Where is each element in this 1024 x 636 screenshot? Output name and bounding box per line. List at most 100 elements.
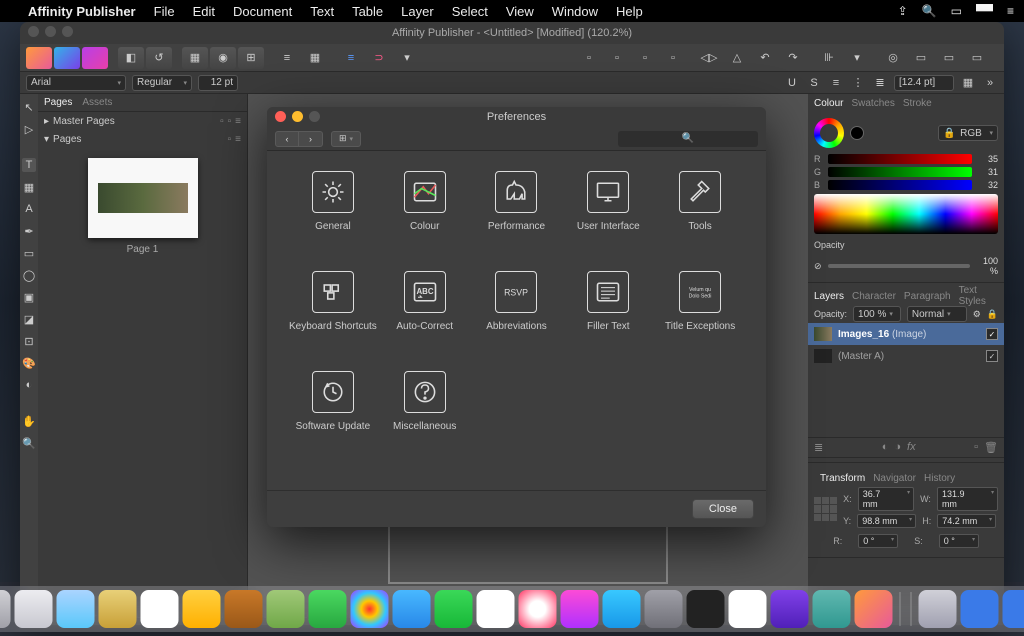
toolbar-rotate-ccw-icon[interactable]: ↶: [752, 47, 778, 69]
overflow-icon[interactable]: »: [982, 75, 998, 91]
pref-item-user-interface[interactable]: User Interface: [562, 171, 654, 261]
pages-menu-icon[interactable]: ≡: [235, 134, 241, 145]
toolbar-baseline-icon[interactable]: ≡: [274, 47, 300, 69]
toolbar-preflight[interactable]: ▦: [182, 47, 208, 69]
toolbar-flip-v-icon[interactable]: △: [724, 47, 750, 69]
bullet-list-icon[interactable]: ⋮: [850, 75, 866, 91]
rotation-field[interactable]: 0 °: [858, 534, 898, 548]
pref-item-colour[interactable]: Colour: [379, 171, 471, 261]
font-family-select[interactable]: Arial: [26, 75, 126, 91]
menu-select[interactable]: Select: [452, 4, 488, 19]
toolbar-flip-h-icon[interactable]: ◁▷: [696, 47, 722, 69]
dock-app-icon[interactable]: [855, 590, 893, 628]
table-tool-icon[interactable]: ▦: [22, 180, 36, 194]
g-slider[interactable]: [828, 167, 972, 177]
toolbar-preview[interactable]: ◉: [210, 47, 236, 69]
adjustment-icon[interactable]: ◑: [894, 441, 901, 454]
g-value[interactable]: 31: [976, 167, 998, 177]
menu-text[interactable]: Text: [310, 4, 334, 19]
b-value[interactable]: 32: [976, 180, 998, 190]
pref-item-keyboard-shortcuts[interactable]: Keyboard Shortcuts: [287, 271, 379, 361]
dock-app-icon[interactable]: [0, 590, 11, 628]
toolbar-clip-canvas[interactable]: ⊞: [238, 47, 264, 69]
node-tool-icon[interactable]: ▷: [22, 122, 36, 136]
tab-text-styles[interactable]: Text Styles: [959, 285, 998, 307]
dock-app-icon[interactable]: [729, 590, 767, 628]
dock-app-icon[interactable]: [267, 590, 305, 628]
dock-app-icon[interactable]: [687, 590, 725, 628]
layer-visibility-checkbox[interactable]: ✓: [986, 328, 998, 340]
toolbar-align-left-icon[interactable]: ≡: [338, 47, 364, 69]
toolbar-defaults-revert[interactable]: ↺: [146, 47, 172, 69]
view-tool-icon[interactable]: 🔍: [22, 436, 36, 450]
tab-pages[interactable]: Pages: [44, 97, 72, 108]
menubar-notifications-icon[interactable]: ≡: [1007, 4, 1014, 18]
pref-zoom-button[interactable]: [309, 111, 320, 122]
tab-colour[interactable]: Colour: [814, 98, 843, 109]
mask-icon[interactable]: ◐: [882, 441, 889, 454]
close-button[interactable]: Close: [692, 499, 754, 519]
layer-settings-icon[interactable]: ⚙: [973, 309, 981, 320]
dock-app-icon[interactable]: [57, 590, 95, 628]
r-value[interactable]: 35: [976, 154, 998, 164]
dock-app-icon[interactable]: [99, 590, 137, 628]
pref-item-abbreviations[interactable]: RSVPAbbreviations: [471, 271, 563, 361]
menubar-spotlight-icon[interactable]: 🔍: [922, 4, 937, 18]
menu-window[interactable]: Window: [552, 4, 598, 19]
dock-app-icon[interactable]: [183, 590, 221, 628]
dock-app-icon[interactable]: [309, 590, 347, 628]
toolbar-insert-inside-icon[interactable]: ▭: [964, 47, 990, 69]
add-page-icon[interactable]: ▫: [228, 134, 232, 145]
menu-view[interactable]: View: [506, 4, 534, 19]
w-field[interactable]: 131.9 mm: [937, 487, 998, 511]
layer-opacity-field[interactable]: 100 %: [853, 306, 901, 322]
noise-icon[interactable]: ⊘: [814, 261, 822, 272]
master-menu-icon[interactable]: ≡: [235, 116, 241, 127]
opacity-value[interactable]: 100 %: [976, 256, 998, 276]
tab-layers[interactable]: Layers: [814, 291, 844, 302]
dock-app-icon[interactable]: [225, 590, 263, 628]
pref-close-button[interactable]: [275, 111, 286, 122]
colour-spectrum[interactable]: [814, 194, 998, 234]
pref-forward-button[interactable]: ›: [299, 131, 323, 147]
menu-document[interactable]: Document: [233, 4, 292, 19]
window-close-button[interactable]: [28, 26, 39, 37]
dock-app-icon[interactable]: [561, 590, 599, 628]
b-slider[interactable]: [828, 180, 972, 190]
x-field[interactable]: 36.7 mm: [858, 487, 914, 511]
pref-item-filler-text[interactable]: Filler Text: [562, 271, 654, 361]
font-weight-select[interactable]: Regular: [132, 75, 192, 91]
toolbar-arrange-forward-icon[interactable]: ▫: [632, 47, 658, 69]
colour-wheel-icon[interactable]: [814, 118, 844, 148]
pref-back-button[interactable]: ‹: [275, 131, 299, 147]
dock-app-icon[interactable]: [771, 590, 809, 628]
pref-grid-view[interactable]: ⊞: [331, 131, 361, 147]
align-left-icon[interactable]: ≡: [828, 75, 844, 91]
pref-minimize-button[interactable]: [292, 111, 303, 122]
transform-anchor[interactable]: [814, 497, 837, 521]
vector-crop-tool-icon[interactable]: ⊡: [22, 334, 36, 348]
pref-item-software-update[interactable]: Software Update: [287, 371, 379, 461]
toolbar-rotate-cw-icon[interactable]: ↷: [780, 47, 806, 69]
h-field[interactable]: 74.2 mm: [937, 514, 996, 528]
dock-app-icon[interactable]: [961, 590, 999, 628]
persona-photo[interactable]: [82, 47, 108, 69]
pref-item-tools[interactable]: Tools: [654, 171, 746, 261]
dock-app-icon[interactable]: [141, 590, 179, 628]
r-slider[interactable]: [828, 154, 972, 164]
rectangle-tool-icon[interactable]: ▭: [22, 246, 36, 260]
toolbar-arrange-backward-icon[interactable]: ▫: [604, 47, 630, 69]
tab-history[interactable]: History: [924, 473, 955, 484]
y-field[interactable]: 98.8 mm: [857, 514, 916, 528]
fill-tool-icon[interactable]: 🎨: [22, 356, 36, 370]
underline-icon[interactable]: U: [784, 75, 800, 91]
tab-swatches[interactable]: Swatches: [851, 98, 894, 109]
layer-visibility-checkbox[interactable]: ✓: [986, 350, 998, 362]
dock-app-icon[interactable]: [435, 590, 473, 628]
window-minimize-button[interactable]: [45, 26, 56, 37]
toolbar-snap-icon[interactable]: ⊃: [366, 47, 392, 69]
fill-swatch[interactable]: [850, 126, 864, 140]
toolbar-defaults-sync[interactable]: ◧: [118, 47, 144, 69]
toolbar-snap-dropdown[interactable]: ▾: [394, 47, 420, 69]
layer-row[interactable]: Images_16 (Image) ✓: [808, 323, 1004, 345]
